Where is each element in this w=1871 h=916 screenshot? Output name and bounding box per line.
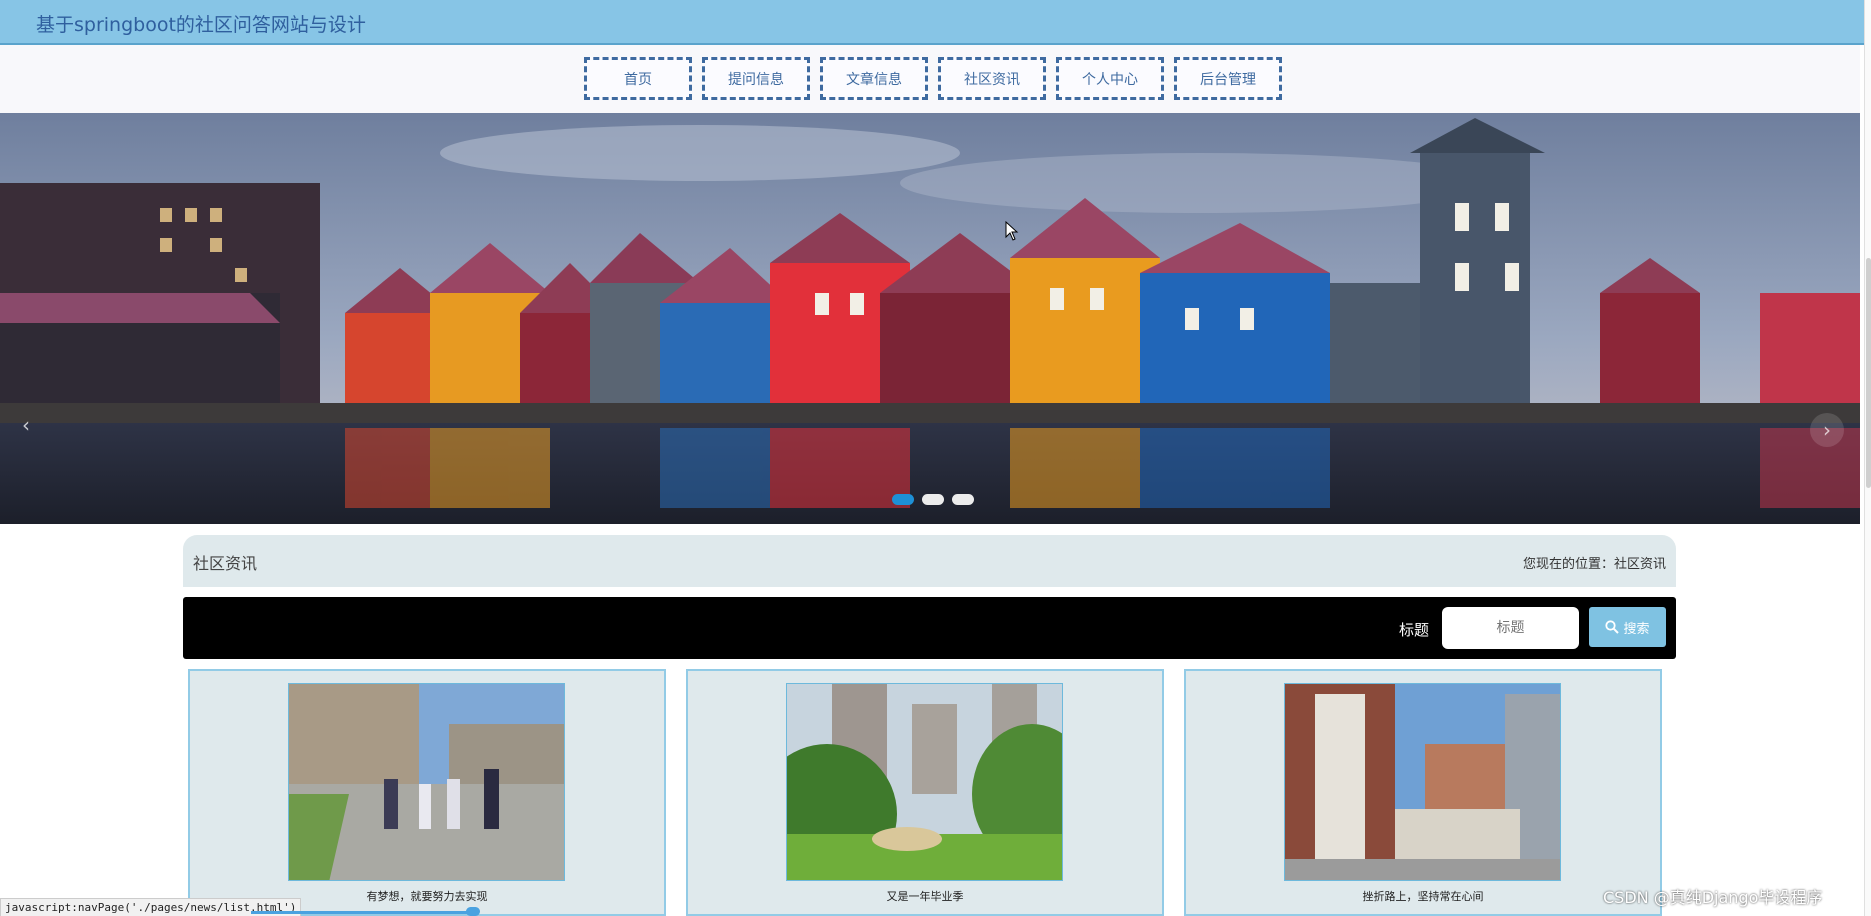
carousel-dot-3[interactable] <box>952 494 974 505</box>
news-image-3 <box>1285 684 1560 880</box>
watermark: CSDN @真纯Django毕设程序 <box>1603 888 1823 907</box>
page-progress-knob <box>466 907 480 916</box>
top-header-bar: 基于springboot的社区问答网站与设计 <box>0 0 1871 45</box>
news-thumbnail[interactable] <box>288 683 565 881</box>
carousel-next-icon[interactable]: › <box>1810 413 1844 447</box>
search-button-label: 搜索 <box>1623 621 1650 637</box>
nav-item-admin[interactable]: 后台管理 <box>1174 57 1282 100</box>
breadcrumb-current[interactable]: 社区资讯 <box>1614 553 1666 572</box>
search-input[interactable] <box>1442 607 1579 649</box>
nav-item-news[interactable]: 社区资讯 <box>938 57 1046 100</box>
page-progress-bar <box>251 911 476 914</box>
news-caption[interactable]: 挫折路上，坚持常在心间 <box>1186 888 1660 904</box>
banner-carousel[interactable]: ‹ › <box>0 113 1860 524</box>
nav-item-questions[interactable]: 提问信息 <box>702 57 810 100</box>
carousel-indicators <box>892 494 974 505</box>
nav-list: 首页 提问信息 文章信息 社区资讯 个人中心 后台管理 <box>584 57 1282 100</box>
breadcrumb-prefix: 您现在的位置： <box>1522 557 1614 572</box>
section-header: 社区资讯 您现在的位置： 社区资讯 <box>183 535 1676 587</box>
carousel-prev-icon[interactable]: ‹ <box>22 413 30 437</box>
breadcrumb: 您现在的位置： 社区资讯 <box>1523 553 1666 572</box>
search-button[interactable]: 搜索 <box>1589 607 1666 647</box>
news-thumbnail[interactable] <box>786 683 1063 881</box>
search-label: 标题 <box>1399 621 1430 639</box>
news-image-2 <box>787 684 1062 880</box>
carousel-dot-1[interactable] <box>892 494 914 505</box>
news-thumbnail[interactable] <box>1284 683 1561 881</box>
news-card[interactable]: 有梦想，就要努力去实现 <box>188 669 666 916</box>
search-icon <box>1605 620 1620 634</box>
nav-item-articles[interactable]: 文章信息 <box>820 57 928 100</box>
search-bar: 标题 搜索 <box>183 597 1676 659</box>
scrollbar-thumb[interactable] <box>1866 258 1871 488</box>
news-card[interactable]: 挫折路上，坚持常在心间 <box>1184 669 1662 916</box>
news-caption[interactable]: 又是一年毕业季 <box>688 888 1162 904</box>
nav-item-profile[interactable]: 个人中心 <box>1056 57 1164 100</box>
mouse-cursor-icon <box>1005 221 1019 241</box>
main-nav: 首页 提问信息 文章信息 社区资讯 个人中心 后台管理 <box>0 45 1860 113</box>
news-list: 有梦想，就要努力去实现 又是一年毕业季 挫折路上，坚持常在心间 <box>188 669 1670 916</box>
news-card[interactable]: 又是一年毕业季 <box>686 669 1164 916</box>
banner-image <box>0 113 1860 524</box>
nav-item-home[interactable]: 首页 <box>584 57 692 100</box>
carousel-dot-2[interactable] <box>922 494 944 505</box>
section-title: 社区资讯 <box>193 554 258 573</box>
site-title: 基于springboot的社区问答网站与设计 <box>36 14 366 36</box>
news-image-1 <box>289 684 564 880</box>
